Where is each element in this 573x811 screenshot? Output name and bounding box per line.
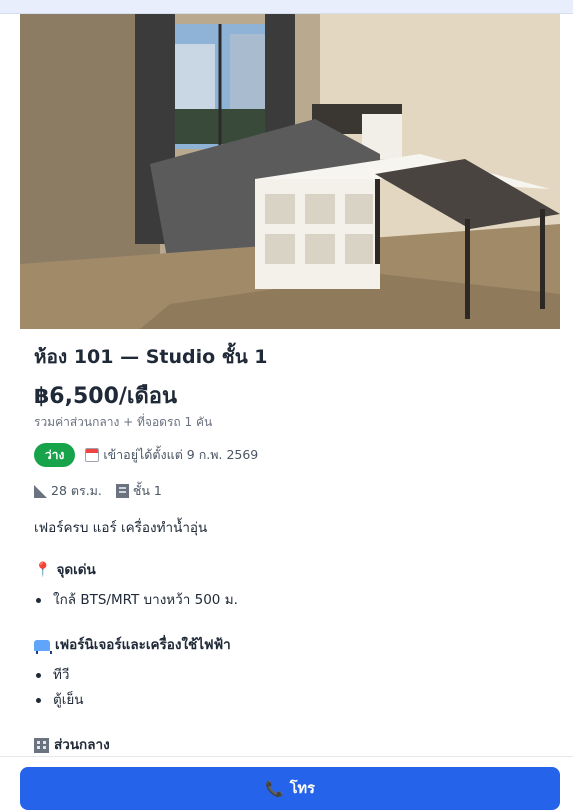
call-button-label: โทร — [289, 781, 315, 797]
room-photo[interactable] — [20, 14, 560, 329]
room-photo-illustration — [20, 14, 560, 329]
status-row: ว่าง เข้าอยู่ได้ตั้งแต่ 9 ก.พ. 2569 — [34, 443, 544, 467]
common-title: ส่วนกลาง — [54, 737, 110, 753]
floor-text: ชั้น 1 — [132, 483, 162, 498]
listing-description: เฟอร์ครบ แอร์ เครื่องทำน้ำอุ่น — [34, 520, 208, 536]
furniture-title: เฟอร์นิเจอร์และเครื่องใช้ไฟฟ้า — [55, 637, 231, 653]
floor-spec: ชั้น 1 — [115, 481, 162, 501]
highlights-title: จุดเด่น — [56, 562, 96, 578]
building-icon — [115, 484, 129, 498]
furniture-section: เฟอร์นิเจอร์และเครื่องใช้ไฟฟ้า ทีวี ตู้เ… — [34, 635, 544, 713]
list-item: ทีวี — [34, 663, 544, 688]
phone-icon: 📞 — [265, 779, 284, 798]
status-badge: ว่าง — [34, 443, 76, 467]
sofa-icon — [34, 639, 52, 654]
highlights-heading: 📍 จุดเด่น — [34, 560, 544, 580]
common-section: ส่วนกลาง — [34, 735, 544, 755]
call-button[interactable]: 📞 โทร — [20, 767, 560, 810]
ruler-icon — [34, 484, 47, 498]
common-heading: ส่วนกลาง — [34, 735, 544, 755]
list-item: ใกล้ BTS/MRT บางหว้า 500 ม. — [34, 588, 544, 613]
move-in-date: เข้าอยู่ได้ตั้งแต่ 9 ก.พ. 2569 — [85, 445, 258, 465]
price-note: รวมค่าส่วนกลาง + ที่จอดรถ 1 คัน — [34, 415, 213, 429]
calendar-icon — [85, 448, 100, 462]
footer-bar: 📞 โทร — [0, 756, 573, 811]
listing-details: ห้อง 101 — Studio ชั้น 1 ฿6,500/เดือน รว… — [34, 340, 544, 755]
area-spec: 28 ตร.ม. — [34, 481, 102, 501]
furniture-list: ทีวี ตู้เย็น — [34, 663, 544, 713]
list-item: ตู้เย็น — [34, 688, 544, 713]
office-building-icon — [34, 737, 49, 753]
room-specs: 28 ตร.ม. ชั้น 1 — [34, 481, 544, 501]
area-text: 28 ตร.ม. — [51, 483, 102, 498]
pin-icon: 📍 — [34, 562, 52, 578]
top-bar — [0, 0, 573, 14]
furniture-heading: เฟอร์นิเจอร์และเครื่องใช้ไฟฟ้า — [34, 635, 544, 655]
highlights-list: ใกล้ BTS/MRT บางหว้า 500 ม. — [34, 588, 544, 613]
highlights-section: 📍 จุดเด่น ใกล้ BTS/MRT บางหว้า 500 ม. — [34, 560, 544, 613]
move-in-text: เข้าอยู่ได้ตั้งแต่ 9 ก.พ. 2569 — [103, 447, 259, 462]
listing-price: ฿6,500/เดือน — [34, 384, 177, 409]
listing-title: ห้อง 101 — Studio ชั้น 1 — [34, 346, 268, 368]
